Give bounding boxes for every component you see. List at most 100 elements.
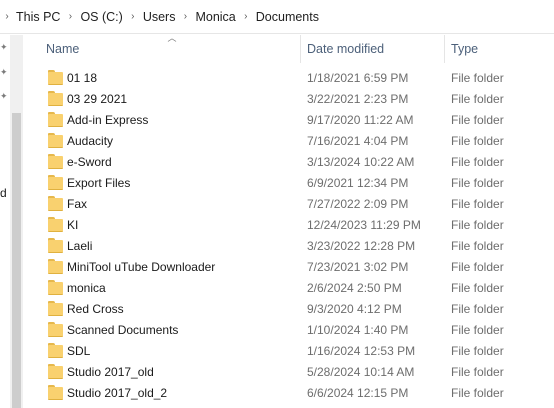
- file-name: Studio 2017_old_2: [67, 386, 168, 400]
- chevron-right-icon[interactable]: ›: [125, 11, 141, 22]
- table-row[interactable]: 03 29 2021 3/22/2021 2:23 PM File folder: [24, 88, 554, 109]
- date-modified: 7/23/2021 3:02 PM: [307, 260, 409, 274]
- chevron-right-icon[interactable]: ›: [177, 11, 193, 22]
- file-type: File folder: [451, 176, 504, 190]
- file-name: 03 29 2021: [67, 92, 128, 106]
- file-type: File folder: [451, 113, 504, 127]
- file-type: File folder: [451, 344, 504, 358]
- breadcrumb-monica[interactable]: Monica: [193, 10, 237, 24]
- file-name: Studio 2017_old: [67, 365, 154, 379]
- folder-icon: [48, 112, 63, 127]
- folder-icon: [48, 343, 63, 358]
- date-modified: 7/16/2021 4:04 PM: [307, 134, 409, 148]
- file-name: SDL: [67, 344, 91, 358]
- pin-icon[interactable]: ✦: [0, 92, 8, 101]
- file-name: Export Files: [67, 176, 131, 190]
- date-modified: 1/10/2024 1:40 PM: [307, 323, 409, 337]
- sort-ascending-icon: ︿: [167, 33, 177, 43]
- folder-icon: [48, 280, 63, 295]
- table-row[interactable]: Red Cross 9/3/2020 4:12 PM File folder: [24, 298, 554, 319]
- file-name: MiniTool uTube Downloader: [67, 260, 216, 274]
- column-header-type[interactable]: Type: [451, 42, 478, 56]
- date-modified: 2/6/2024 2:50 PM: [307, 281, 402, 295]
- file-name: KI: [67, 218, 79, 232]
- nav-item-label[interactable]: d: [0, 186, 10, 200]
- folder-icon: [48, 133, 63, 148]
- file-type: File folder: [451, 302, 504, 316]
- column-header-name[interactable]: Name: [46, 42, 79, 56]
- breadcrumb-users[interactable]: Users: [141, 10, 178, 24]
- file-type: File folder: [451, 281, 504, 295]
- pin-icon[interactable]: ✦: [0, 43, 8, 52]
- file-list: 01 18 1/18/2021 6:59 PM File folder 03 29 2…: [24, 67, 554, 403]
- date-modified: 1/16/2024 12:53 PM: [307, 344, 416, 358]
- file-name: Laeli: [67, 239, 93, 253]
- folder-icon: [48, 364, 63, 379]
- table-row[interactable]: Laeli 3/23/2022 12:28 PM File folder: [24, 235, 554, 256]
- column-divider[interactable]: [444, 35, 445, 63]
- file-name: Add-in Express: [67, 113, 149, 127]
- table-row[interactable]: Scanned Documents 1/10/2024 1:40 PM File f…: [24, 319, 554, 340]
- nav-scrollbar-thumb[interactable]: [12, 113, 21, 408]
- table-row[interactable]: e-Sword 3/13/2024 10:22 AM File folder: [24, 151, 554, 172]
- file-type: File folder: [451, 260, 504, 274]
- date-modified: 9/17/2020 11:22 AM: [307, 113, 414, 127]
- chevron-right-icon[interactable]: ›: [238, 11, 254, 22]
- file-type: File folder: [451, 92, 504, 106]
- folder-icon: [48, 91, 63, 106]
- date-modified: 3/23/2022 12:28 PM: [307, 239, 416, 253]
- breadcrumb-this-pc[interactable]: This PC: [14, 10, 62, 24]
- file-type: File folder: [451, 134, 504, 148]
- table-row[interactable]: Export Files 6/9/2021 12:34 PM File folder: [24, 172, 554, 193]
- date-modified: 7/27/2022 2:09 PM: [307, 197, 409, 211]
- table-row[interactable]: Add-in Express 9/17/2020 11:22 AM File fol…: [24, 109, 554, 130]
- table-row[interactable]: MiniTool uTube Downloader 7/23/2021 3:02 …: [24, 256, 554, 277]
- chevron-right-icon[interactable]: ›: [0, 11, 14, 22]
- file-name: 01 18: [67, 71, 98, 85]
- date-modified: 1/18/2021 6:59 PM: [307, 71, 409, 85]
- table-row[interactable]: monica 2/6/2024 2:50 PM File folder: [24, 277, 554, 298]
- navigation-pane: ✦ ✦ ✦ d: [0, 35, 10, 408]
- file-type: File folder: [451, 365, 504, 379]
- table-row[interactable]: Studio 2017_old 5/28/2024 10:14 AM File fo…: [24, 361, 554, 382]
- table-row[interactable]: 01 18 1/18/2021 6:59 PM File folder: [24, 67, 554, 88]
- file-name: Red Cross: [67, 302, 124, 316]
- folder-icon: [48, 259, 63, 274]
- table-row[interactable]: SDL 1/16/2024 12:53 PM File folder: [24, 340, 554, 361]
- file-type: File folder: [451, 197, 504, 211]
- breadcrumb-documents[interactable]: Documents: [254, 10, 321, 24]
- date-modified: 3/22/2021 2:23 PM: [307, 92, 409, 106]
- file-type: File folder: [451, 218, 504, 232]
- date-modified: 5/28/2024 10:14 AM: [307, 365, 415, 379]
- date-modified: 6/6/2024 12:15 PM: [307, 386, 409, 400]
- pin-icon[interactable]: ✦: [0, 68, 8, 77]
- breadcrumb-os-c[interactable]: OS (C:): [78, 10, 124, 24]
- folder-icon: [48, 175, 63, 190]
- column-divider[interactable]: [300, 35, 301, 63]
- column-header-date-modified[interactable]: Date modified: [307, 42, 384, 56]
- file-name: e-Sword: [67, 155, 112, 169]
- table-row[interactable]: KI 12/24/2023 11:29 PM File folder: [24, 214, 554, 235]
- date-modified: 12/24/2023 11:29 PM: [307, 218, 421, 232]
- file-type: File folder: [451, 155, 504, 169]
- folder-icon: [48, 217, 63, 232]
- folder-icon: [48, 301, 63, 316]
- file-name: Fax: [67, 197, 88, 211]
- chevron-right-icon[interactable]: ›: [62, 11, 78, 22]
- breadcrumb: › This PC › OS (C:) › Users › Monica › D…: [0, 0, 554, 34]
- table-row[interactable]: Audacity 7/16/2021 4:04 PM File folder: [24, 130, 554, 151]
- file-name: monica: [67, 281, 106, 295]
- table-row[interactable]: Fax 7/27/2022 2:09 PM File folder: [24, 193, 554, 214]
- column-header-row: ︿ Name Date modified Type: [24, 33, 554, 64]
- file-type: File folder: [451, 386, 504, 400]
- table-row[interactable]: Studio 2017_old_2 6/6/2024 12:15 PM File f…: [24, 382, 554, 403]
- file-name: Scanned Documents: [67, 323, 179, 337]
- folder-icon: [48, 238, 63, 253]
- date-modified: 6/9/2021 12:34 PM: [307, 176, 409, 190]
- file-type: File folder: [451, 71, 504, 85]
- date-modified: 9/3/2020 4:12 PM: [307, 302, 402, 316]
- folder-icon: [48, 70, 63, 85]
- folder-icon: [48, 322, 63, 337]
- folder-icon: [48, 385, 63, 400]
- folder-icon: [48, 196, 63, 211]
